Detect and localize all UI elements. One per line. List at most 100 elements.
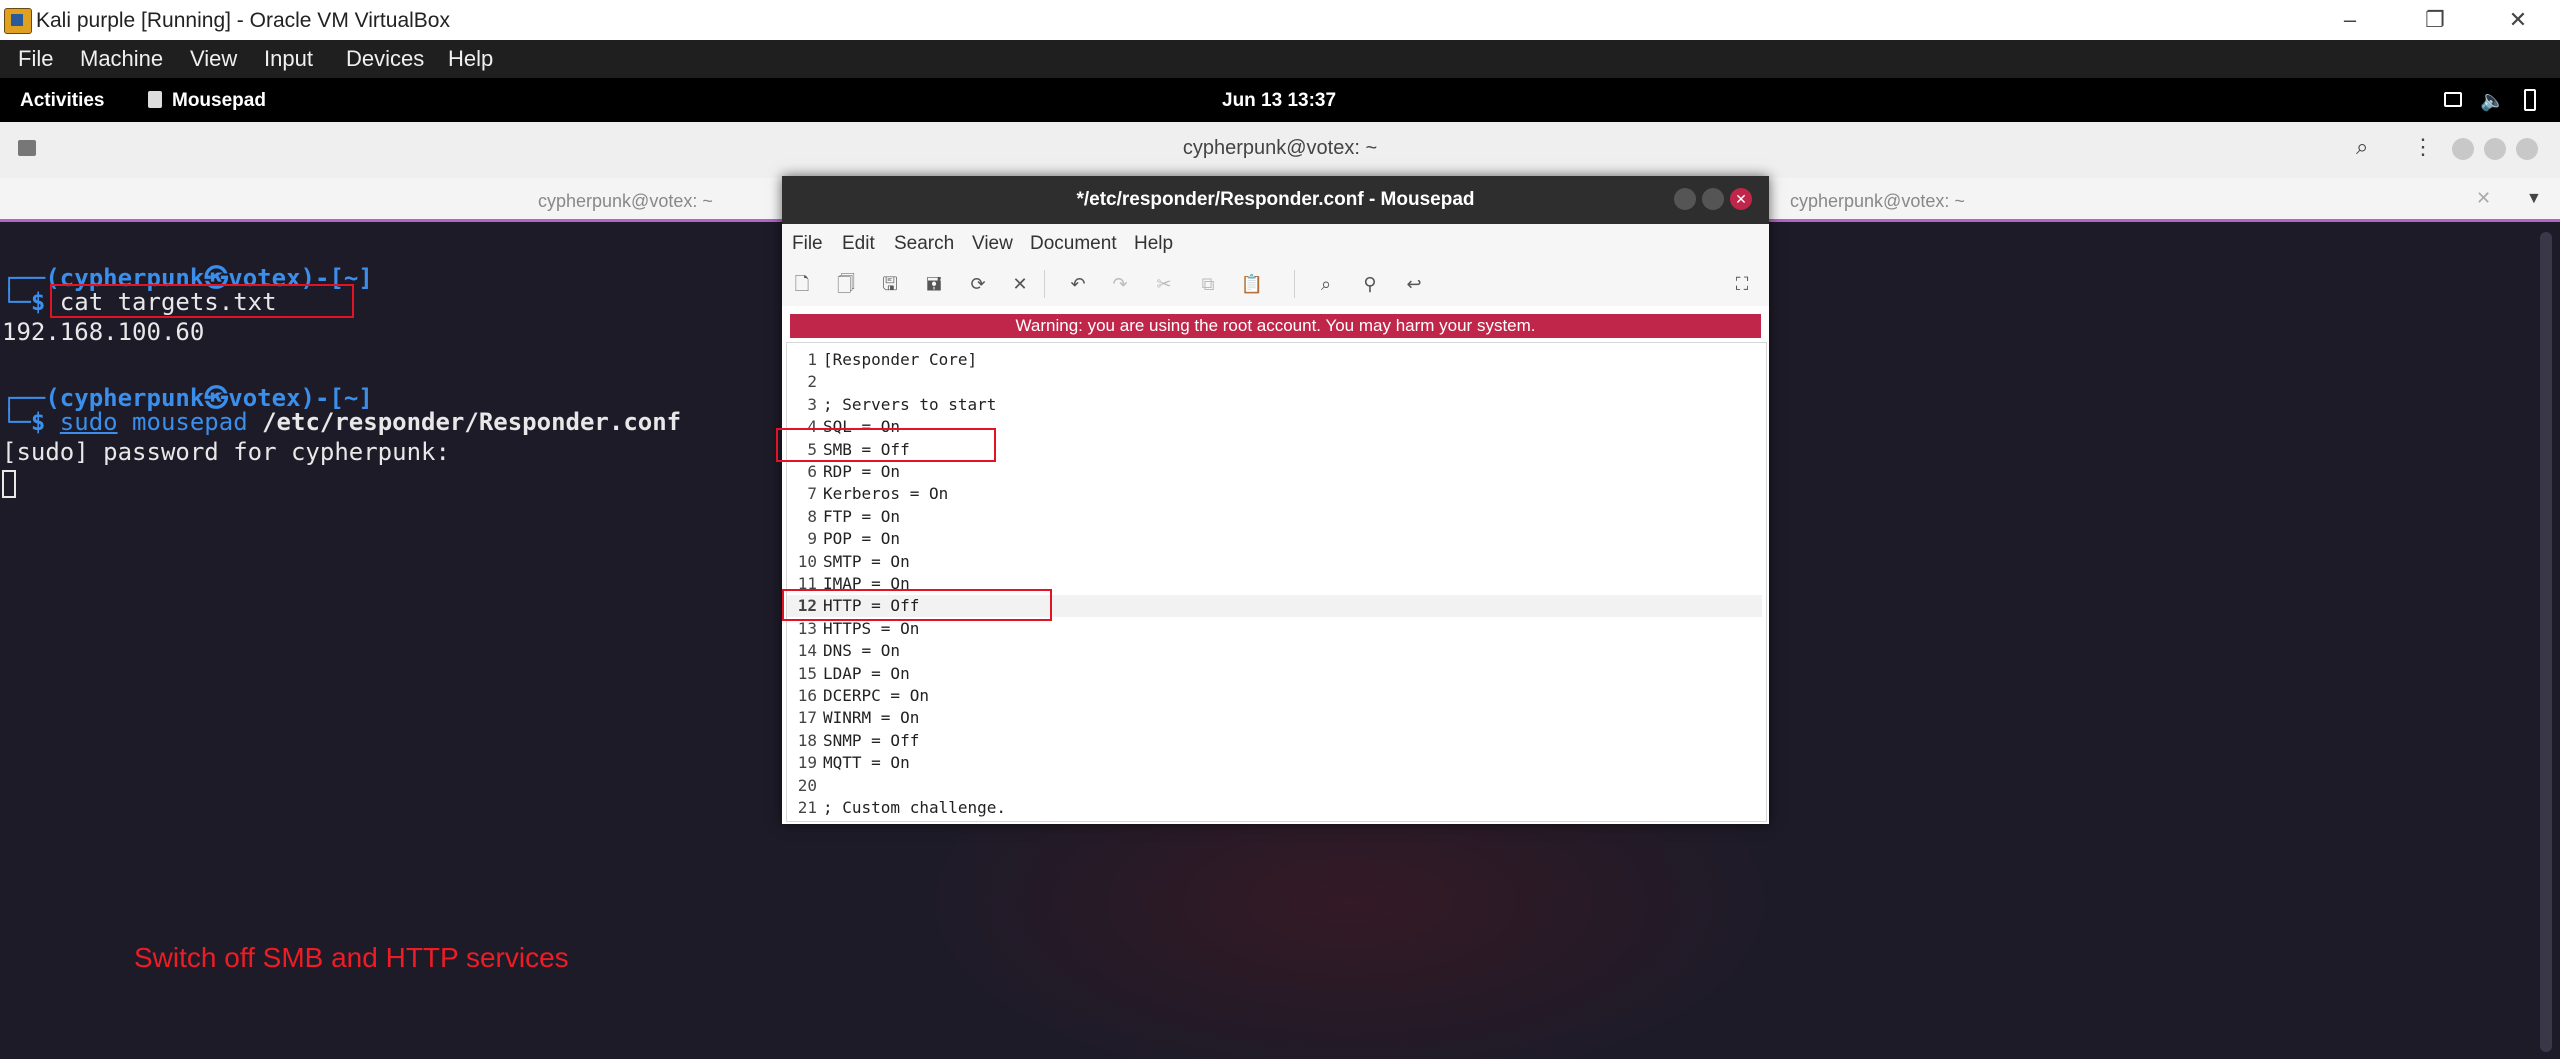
line-text: [Responder Core] <box>823 350 978 369</box>
close-icon[interactable]: ✕ <box>2488 4 2548 36</box>
save-icon[interactable]: 🖫 <box>878 272 902 296</box>
tab-left[interactable]: cypherpunk@votex: ~ <box>538 191 713 212</box>
save-as-icon[interactable]: 🖬 <box>922 272 946 296</box>
sudo-password-prompt: [sudo] password for cypherpunk: <box>2 438 450 466</box>
editor-line[interactable]: 21 ; Custom challenge. <box>787 797 1762 819</box>
close-tab-icon[interactable]: ✕ <box>2476 188 2491 209</box>
close-button[interactable] <box>2516 138 2538 160</box>
minimize-button[interactable] <box>2452 138 2474 160</box>
menu-view[interactable]: View <box>972 233 1013 255</box>
editor-line[interactable]: 13 HTTPS = On <box>787 618 1762 640</box>
host-window-title: Kali purple [Running] - Oracle VM Virtua… <box>36 9 450 32</box>
menu-document[interactable]: Document <box>1030 233 1117 255</box>
line-text: ; Servers to start <box>823 394 997 414</box>
minimize-button[interactable] <box>1674 188 1696 210</box>
line-text: SMTP = On <box>823 551 910 571</box>
editor-line[interactable]: 1 [Responder Core] <box>787 349 1762 371</box>
toolbar-separator <box>1294 270 1295 298</box>
paste-icon[interactable]: 📋 <box>1240 272 1264 296</box>
maximize-button[interactable] <box>1702 188 1724 210</box>
command-arg: /etc/responder/Responder.conf <box>262 408 682 436</box>
activities-button[interactable]: Activities <box>20 90 104 112</box>
line-number: 3 <box>807 394 817 414</box>
find-replace-icon[interactable]: ⚲ <box>1358 272 1382 296</box>
line-number: 15 <box>797 663 817 683</box>
mousepad-app-icon <box>148 91 162 108</box>
screen-icon[interactable] <box>2444 92 2462 107</box>
terminal-header: cypherpunk@votex: ~ ⌕ ⋮ <box>0 122 2560 178</box>
editor-line[interactable]: 8 FTP = On <box>787 506 1762 528</box>
annotation-text: Switch off SMB and HTTP services <box>134 942 569 973</box>
restore-icon[interactable]: ❐ <box>2405 4 2465 36</box>
editor-line[interactable]: 9 POP = On <box>787 528 1762 550</box>
editor-line[interactable]: 15 LDAP = On <box>787 663 1762 685</box>
line-number: 6 <box>807 462 817 481</box>
terminal-scrollbar[interactable] <box>2540 232 2552 1052</box>
editor-line[interactable]: 19 MQTT = On <box>787 752 1762 774</box>
menu-view[interactable]: View <box>190 46 237 72</box>
goto-line-icon[interactable]: ↩ <box>1402 272 1426 296</box>
virtualbox-icon <box>4 8 32 34</box>
fullscreen-icon[interactable]: ⛶ <box>1730 272 1754 296</box>
editor-line[interactable]: 3 ; Servers to start <box>787 394 1762 416</box>
line-text: MQTT = On <box>823 753 910 773</box>
close-icon[interactable]: ✕ <box>1730 188 1752 210</box>
editor-line[interactable]: 2 <box>787 371 1762 393</box>
menu-file[interactable]: File <box>18 46 53 72</box>
line-number: 21 <box>797 798 817 817</box>
line-number: 20 <box>797 775 817 795</box>
search-icon[interactable]: ⌕ <box>2356 134 2368 160</box>
terminal-cursor <box>2 470 16 498</box>
gnome-top-bar: Activities Mousepad Jun 13 13:37 🔈 <box>0 78 2560 122</box>
editor-line[interactable]: 7 Kerberos = On <box>787 483 1762 505</box>
close-document-icon[interactable]: ✕ <box>1008 272 1032 296</box>
revert-icon[interactable]: ⟳ <box>966 272 990 296</box>
command-line-2: └─$ sudo mousepad /etc/responder/Respond… <box>2 408 681 436</box>
terminal-title: cypherpunk@votex: ~ <box>1182 137 1378 159</box>
minimize-icon[interactable]: – <box>2320 4 2380 36</box>
menu-machine[interactable]: Machine <box>80 46 163 72</box>
editor-line[interactable]: 14 DNS = On <box>787 640 1762 662</box>
editor-line[interactable]: 16 DCERPC = On <box>787 685 1762 707</box>
line-number: 18 <box>797 730 817 750</box>
app-menu-mousepad[interactable]: Mousepad <box>172 90 266 112</box>
new-window-icon[interactable]: 🗍 <box>834 272 858 296</box>
copy-icon[interactable]: ⧉ <box>1196 272 1220 296</box>
menu-edit[interactable]: Edit <box>842 233 875 255</box>
menu-file[interactable]: File <box>792 233 823 255</box>
editor-text-area[interactable]: 1 [Responder Core] 2 3; Servers to start 4 SQ… <box>786 342 1767 822</box>
line-text: DCERPC = On <box>823 686 929 705</box>
line-text: SNMP = Off <box>823 730 920 750</box>
volume-icon[interactable]: 🔈 <box>2480 88 2505 113</box>
prompt-arrow: └─$ <box>2 408 60 436</box>
undo-icon[interactable]: ↶ <box>1066 272 1090 296</box>
highlight-box-cat <box>50 284 354 318</box>
tabs-dropdown-icon[interactable]: ▼ <box>2526 190 2542 208</box>
find-icon[interactable]: ⌕ <box>1314 272 1338 296</box>
menu-search[interactable]: Search <box>894 233 954 255</box>
line-number: 1 <box>807 350 817 369</box>
menu-help[interactable]: Help <box>448 46 493 72</box>
editor-line[interactable]: 17 WINRM = On <box>787 707 1762 729</box>
line-text: LDAP = On <box>823 663 910 683</box>
maximize-button[interactable] <box>2484 138 2506 160</box>
menu-help[interactable]: Help <box>1134 233 1173 255</box>
cut-icon[interactable]: ✂ <box>1152 272 1176 296</box>
mousepad-title: */etc/responder/Responder.conf - Mousepa… <box>1076 189 1475 210</box>
new-document-icon[interactable]: 🗋 <box>790 272 814 296</box>
editor-line[interactable]: 20 <box>787 775 1762 797</box>
redo-icon[interactable]: ↷ <box>1108 272 1132 296</box>
kebab-menu-icon[interactable]: ⋮ <box>2412 134 2434 160</box>
clock[interactable]: Jun 13 13:37 <box>1222 90 1336 112</box>
editor-line[interactable]: 10 SMTP = On <box>787 551 1762 573</box>
tab-right[interactable]: cypherpunk@votex: ~ <box>1790 191 1965 212</box>
battery-icon[interactable] <box>2524 89 2536 111</box>
line-text: HTTPS = On <box>823 618 920 638</box>
menu-devices[interactable]: Devices <box>346 46 424 72</box>
editor-line[interactable]: 6 RDP = On <box>787 461 1762 483</box>
line-number: 2 <box>807 372 817 392</box>
menu-input[interactable]: Input <box>264 46 313 72</box>
line-text: FTP = On <box>823 506 901 526</box>
editor-line[interactable]: 18 SNMP = Off <box>787 730 1762 752</box>
mousepad-titlebar: */etc/responder/Responder.conf - Mousepa… <box>782 176 1769 224</box>
